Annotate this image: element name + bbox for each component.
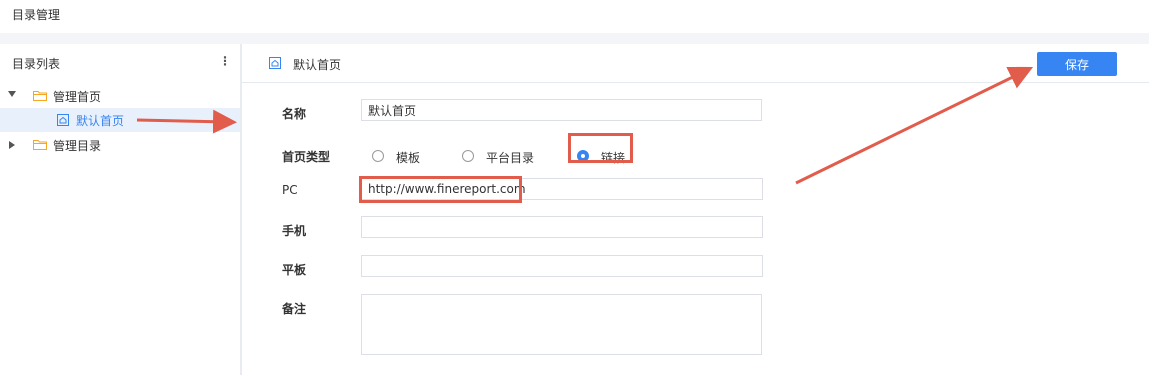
- chevron-down-icon[interactable]: [8, 91, 16, 97]
- radio-circle[interactable]: [372, 150, 384, 162]
- tree-item-label: 默认首页: [76, 114, 125, 128]
- radio-label: 平台目录: [486, 151, 535, 165]
- remark-label: 备注: [282, 302, 307, 316]
- save-button[interactable]: 保存: [1037, 52, 1117, 76]
- detail-header: 默认首页 保存: [242, 44, 1149, 83]
- name-input[interactable]: [361, 99, 762, 121]
- remark-textarea[interactable]: [361, 294, 762, 355]
- home-type-label: 首页类型: [282, 150, 331, 164]
- chevron-right-icon[interactable]: [9, 141, 15, 149]
- detail-title: 默认首页: [293, 58, 342, 72]
- top-bar: 目录管理: [0, 0, 1149, 33]
- highlight-box-link-option: [568, 133, 633, 163]
- tree-item-label: 管理目录: [53, 139, 102, 153]
- tree-item-manage-directory[interactable]: 管理目录: [0, 133, 240, 157]
- tablet-url-input[interactable]: [361, 255, 763, 277]
- mobile-label: 手机: [282, 224, 307, 238]
- home-page-icon: [269, 57, 281, 69]
- folder-icon: [33, 91, 47, 101]
- tree-item-default-home[interactable]: 默认首页: [0, 108, 240, 132]
- page-title: 目录管理: [12, 8, 61, 22]
- folder-icon: [33, 140, 47, 150]
- name-label: 名称: [282, 107, 307, 121]
- tablet-label: 平板: [282, 263, 307, 277]
- radio-template[interactable]: 模板: [372, 149, 432, 165]
- home-page-icon: [57, 114, 69, 126]
- highlight-box-pc-url: [359, 176, 522, 203]
- radio-label: 模板: [396, 151, 421, 165]
- directory-panel: 目录列表 ⋮ 管理首页 默认首页 管理目录: [0, 44, 240, 375]
- tree-item-manage-home[interactable]: 管理首页: [0, 84, 240, 108]
- pc-label: PC: [282, 183, 298, 197]
- tree-item-label: 管理首页: [53, 90, 102, 104]
- mobile-url-input[interactable]: [361, 216, 763, 238]
- radio-circle[interactable]: [462, 150, 474, 162]
- vertical-ellipsis-icon[interactable]: ⋮: [219, 53, 231, 69]
- directory-list-title: 目录列表: [12, 57, 61, 71]
- radio-platform-directory[interactable]: 平台目录: [462, 149, 542, 165]
- detail-panel: 默认首页 保存 名称 首页类型 模板 平台目录 链接 PC 手机 平板 备注: [242, 44, 1149, 375]
